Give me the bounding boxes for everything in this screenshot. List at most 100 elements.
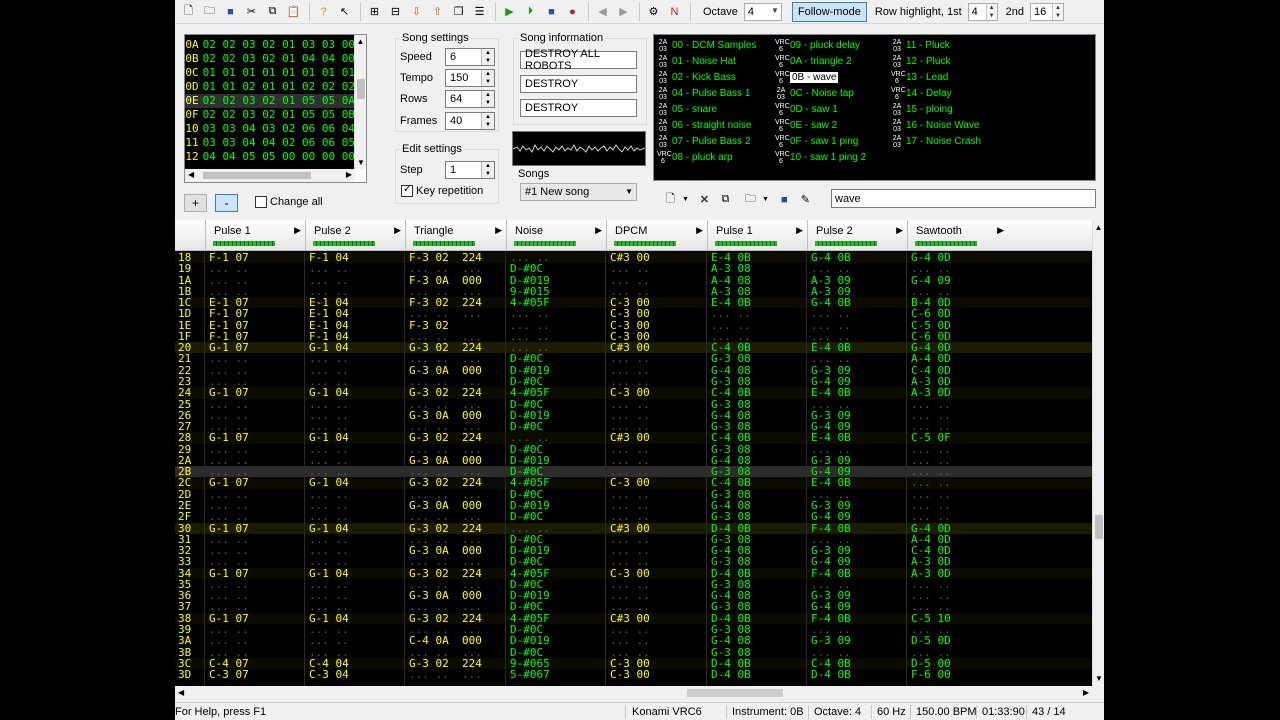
key-repetition-checkbox[interactable]: Key repetition — [401, 184, 483, 197]
pattern-cell[interactable]: G-1 04 — [309, 613, 403, 624]
pattern-cell[interactable]: G-3 09 — [811, 455, 905, 466]
pattern-cell[interactable]: A-3 0D — [911, 376, 1006, 387]
pattern-cell[interactable]: ... .. — [610, 455, 705, 466]
pattern-cell[interactable]: E-1 04 — [309, 297, 403, 308]
pattern-cell[interactable]: 9-#065 — [510, 658, 604, 669]
pattern-cell[interactable]: G-4 0D — [911, 523, 1006, 534]
expand-channel-icon[interactable]: ▶ — [997, 225, 1004, 236]
pattern-cell[interactable]: F-3 02 224 — [409, 252, 504, 263]
pattern-vertical-scrollbar[interactable]: ▲ ▼ — [1092, 220, 1104, 686]
pattern-cell[interactable]: G-4 08 — [711, 365, 805, 376]
follow-mode-button[interactable]: Follow-mode — [791, 1, 867, 22]
pattern-cell[interactable]: F-1 07 — [209, 252, 303, 263]
pattern-cell[interactable]: A-3 0D — [911, 556, 1006, 567]
pattern-cell[interactable]: G-3 09 — [811, 545, 905, 556]
pattern-cell[interactable]: C-3 07 — [209, 669, 303, 680]
song-copyright-input[interactable]: DESTROY — [520, 99, 637, 117]
pattern-cell[interactable]: D-#0C — [510, 263, 604, 274]
frame-row[interactable]: 0C 01 01 01 01 01 01 01 01 — [185, 66, 355, 80]
pattern-row[interactable]: 22... ..... .. G-3 0A 000 D-#019... .. G-4 … — [175, 364, 1092, 376]
pattern-cell[interactable]: G-1 07 — [209, 477, 303, 488]
scroll-down-icon[interactable]: ▼ — [1093, 674, 1104, 683]
pattern-cell[interactable]: ... .. ... — [409, 669, 504, 680]
instrument-item[interactable]: 2A 03 17 - Noise Crash — [891, 134, 981, 149]
pattern-cell[interactable]: G-3 0A 000 — [409, 365, 504, 376]
pattern-cell[interactable]: D-#0C — [510, 624, 604, 635]
pattern-cell[interactable]: ... .. — [610, 511, 705, 522]
pattern-cell[interactable]: ... .. — [811, 308, 905, 319]
pattern-row[interactable]: 39... ..... ..... .. ... D-#0C... .. G-3 0… — [175, 624, 1092, 636]
pattern-cell[interactable]: G-3 02 224 — [409, 658, 504, 669]
pattern-cell[interactable]: ... .. — [610, 534, 705, 545]
pattern-cell[interactable]: G-3 02 224 — [409, 568, 504, 579]
pattern-row[interactable]: 30 G-1 07 G-1 04 G-3 02 224... .. C#3 00 D-4 … — [175, 522, 1092, 534]
pattern-row[interactable]: 2D... ..... ..... .. ... D-#0C... .. G-3 0… — [175, 488, 1092, 500]
context-help-icon[interactable]: ↖ — [335, 2, 354, 21]
pattern-cell[interactable]: ... .. — [309, 500, 403, 511]
pattern-cell[interactable]: D-#0C — [510, 647, 604, 658]
pattern-cell[interactable]: G-1 07 — [209, 523, 303, 534]
pattern-cell[interactable]: ... .. — [610, 399, 705, 410]
load-instrument-icon[interactable]: 🗀 — [741, 190, 760, 209]
pattern-cell[interactable]: G-3 09 — [811, 365, 905, 376]
pattern-cell[interactable]: G-1 07 — [209, 568, 303, 579]
pattern-cell[interactable]: F-3 0A 000 — [409, 275, 504, 286]
pattern-cell[interactable]: G-1 07 — [209, 387, 303, 398]
pattern-cell[interactable]: ... .. — [610, 545, 705, 556]
pattern-row[interactable]: 3A ... .. ... .. C-4 0A 000 D-#019 ... .. G-4 … — [175, 635, 1092, 647]
instrument-item[interactable]: VRC 6 09 - pluck delay — [775, 38, 860, 53]
pattern-cell[interactable]: ... .. ... — [409, 601, 504, 612]
pattern-cell[interactable]: G-3 08 — [711, 534, 805, 545]
pattern-row[interactable]: 1B... ..... ..... .. ... 9-#015... .. A-3 … — [175, 286, 1092, 298]
pattern-cell[interactable]: ... .. — [309, 286, 403, 297]
pattern-cell[interactable]: ... .. — [911, 647, 1006, 658]
pattern-cell[interactable]: ... .. — [309, 545, 403, 556]
pattern-cell[interactable]: G-1 04 — [309, 568, 403, 579]
updown-icon[interactable]: ▲ ▼ — [481, 70, 494, 86]
instrument-item[interactable]: 2A 03 05 - snare — [657, 102, 717, 117]
pattern-row[interactable]: 20 G-1 07 G-1 04 G-3 02 224... .. C#3 00 C-4 … — [175, 342, 1092, 353]
prev-song-icon[interactable]: ◀ — [593, 2, 612, 21]
pattern-cell[interactable]: E-1 04 — [309, 308, 403, 319]
pattern-cell[interactable]: ... .. — [811, 444, 905, 455]
pattern-grid[interactable]: 18 F-1 07 F-1 04 F-3 02 224... .. C#3 00 E-4 … — [175, 252, 1092, 686]
pattern-cell[interactable]: ... .. — [610, 601, 705, 612]
pattern-row[interactable]: 1A... ..... .. F-3 0A 000 D-#019... .. A-4 … — [175, 274, 1092, 286]
pattern-cell[interactable]: ... .. — [610, 556, 705, 567]
tempo-spinner[interactable]: 150 ▲ ▼ — [445, 69, 495, 87]
pattern-cell[interactable]: E-4 0B — [811, 477, 905, 488]
pattern-cell[interactable]: G-3 02 224 — [409, 613, 504, 624]
channel-header-item[interactable]: Noise ▶ — [506, 220, 606, 251]
edit-instrument-icon[interactable]: ✎ — [796, 190, 815, 209]
pattern-cell[interactable]: ... .. — [309, 455, 403, 466]
frame-patterns[interactable]: 02 02 03 02 01 05 05 0A — [203, 94, 355, 108]
pattern-cell[interactable]: C-4 0B — [711, 432, 805, 443]
pattern-cell[interactable]: ... .. — [209, 410, 303, 421]
pattern-cell[interactable]: D-#019 — [510, 635, 604, 646]
pattern-cell[interactable]: E-4 0B — [711, 297, 805, 308]
pattern-cell[interactable]: ... .. — [209, 455, 303, 466]
pattern-cell[interactable]: ... .. — [911, 624, 1006, 635]
channel-header-item[interactable]: Pulse 2 ▶ — [305, 220, 405, 251]
pattern-cell[interactable]: G-3 02 224 — [409, 477, 504, 488]
pattern-cell[interactable]: ... .. — [209, 275, 303, 286]
frame-row[interactable]: 10 03 03 04 03 02 06 06 04 — [185, 122, 355, 136]
pattern-cell[interactable]: ... .. ... — [409, 376, 504, 387]
settings-icon[interactable]: ⚙ — [644, 2, 663, 21]
frame-horizontal-scrollbar[interactable]: ◀ ▶ — [185, 169, 355, 182]
pattern-row[interactable]: 3B... ..... ..... .. ... D-#0C... .. G-3 0… — [175, 646, 1092, 658]
pattern-cell[interactable]: ... .. ... — [409, 466, 504, 477]
pattern-cell[interactable]: ... .. ... — [409, 534, 504, 545]
pattern-cell[interactable]: ... .. — [209, 399, 303, 410]
pattern-cell[interactable]: D-#0C — [510, 399, 604, 410]
pattern-row[interactable]: 33 ... .. ... .. ... .. ... D-#0C ... .. G-3 0… — [175, 556, 1092, 568]
pattern-cell[interactable]: D-#019 — [510, 275, 604, 286]
pattern-cell[interactable]: ... .. — [911, 444, 1006, 455]
pattern-cell[interactable]: G-1 04 — [309, 523, 403, 534]
pattern-cell[interactable]: D-4 0B — [711, 613, 805, 624]
pattern-cell[interactable]: G-3 02 224 — [409, 523, 504, 534]
pattern-row[interactable]: 1D F-1 07 E-1 04 ... .. ... ... .. C-3 00 ... … — [175, 308, 1092, 320]
pattern-row[interactable]: 29... ..... ..... .. ... D-#0C... .. G-3 0… — [175, 443, 1092, 455]
pattern-cell[interactable]: ... .. — [309, 353, 403, 364]
instrument-name-input[interactable]: wave — [831, 189, 1096, 208]
